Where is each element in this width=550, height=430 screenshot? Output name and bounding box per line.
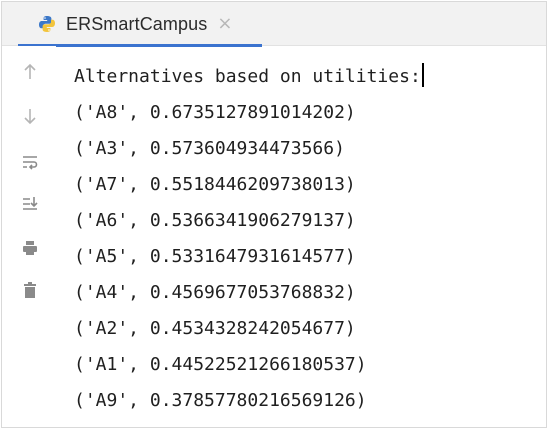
console-line: ('A8', 0.6735127891014202) — [74, 102, 356, 123]
console-line: ('A1', 0.44522521266180537) — [74, 354, 367, 375]
print-icon[interactable] — [18, 236, 42, 260]
scroll-to-end-icon[interactable] — [18, 192, 42, 216]
tab-ersmartcampus[interactable]: ERSmartCampus × — [18, 2, 262, 47]
console-line: ('A5', 0.5331647931614577) — [74, 246, 356, 267]
tab-title: ERSmartCampus — [66, 13, 208, 34]
console-line: ('A4', 0.4569677053768832) — [74, 282, 356, 303]
trash-icon[interactable] — [18, 278, 42, 302]
console-line: ('A2', 0.4534328242054677) — [74, 318, 356, 339]
clipped-previous-output — [278, 41, 518, 47]
console-header-line: Alternatives based on utilities: — [74, 62, 536, 98]
console-output[interactable]: Alternatives based on utilities: ('A8', … — [74, 62, 536, 419]
close-icon[interactable]: × — [217, 15, 232, 33]
run-window: ERSmartCampus × Alternatives based on ut… — [1, 1, 547, 428]
text-caret — [421, 63, 424, 87]
tab-bar: ERSmartCampus × — [2, 2, 546, 47]
soft-wrap-icon[interactable] — [18, 150, 42, 174]
console-line: ('A3', 0.573604934473566) — [74, 138, 345, 159]
down-arrow-icon[interactable] — [18, 104, 42, 128]
console-toolbar — [2, 46, 56, 427]
console-line: ('A7', 0.5518446209738013) — [74, 174, 356, 195]
console-line: ('A9', 0.37857780216569126) — [74, 390, 367, 411]
up-arrow-icon[interactable] — [18, 60, 42, 84]
console-header: Alternatives based on utilities: — [74, 66, 421, 87]
console-line: ('A6', 0.5366341906279137) — [74, 210, 356, 231]
python-icon — [38, 15, 56, 33]
